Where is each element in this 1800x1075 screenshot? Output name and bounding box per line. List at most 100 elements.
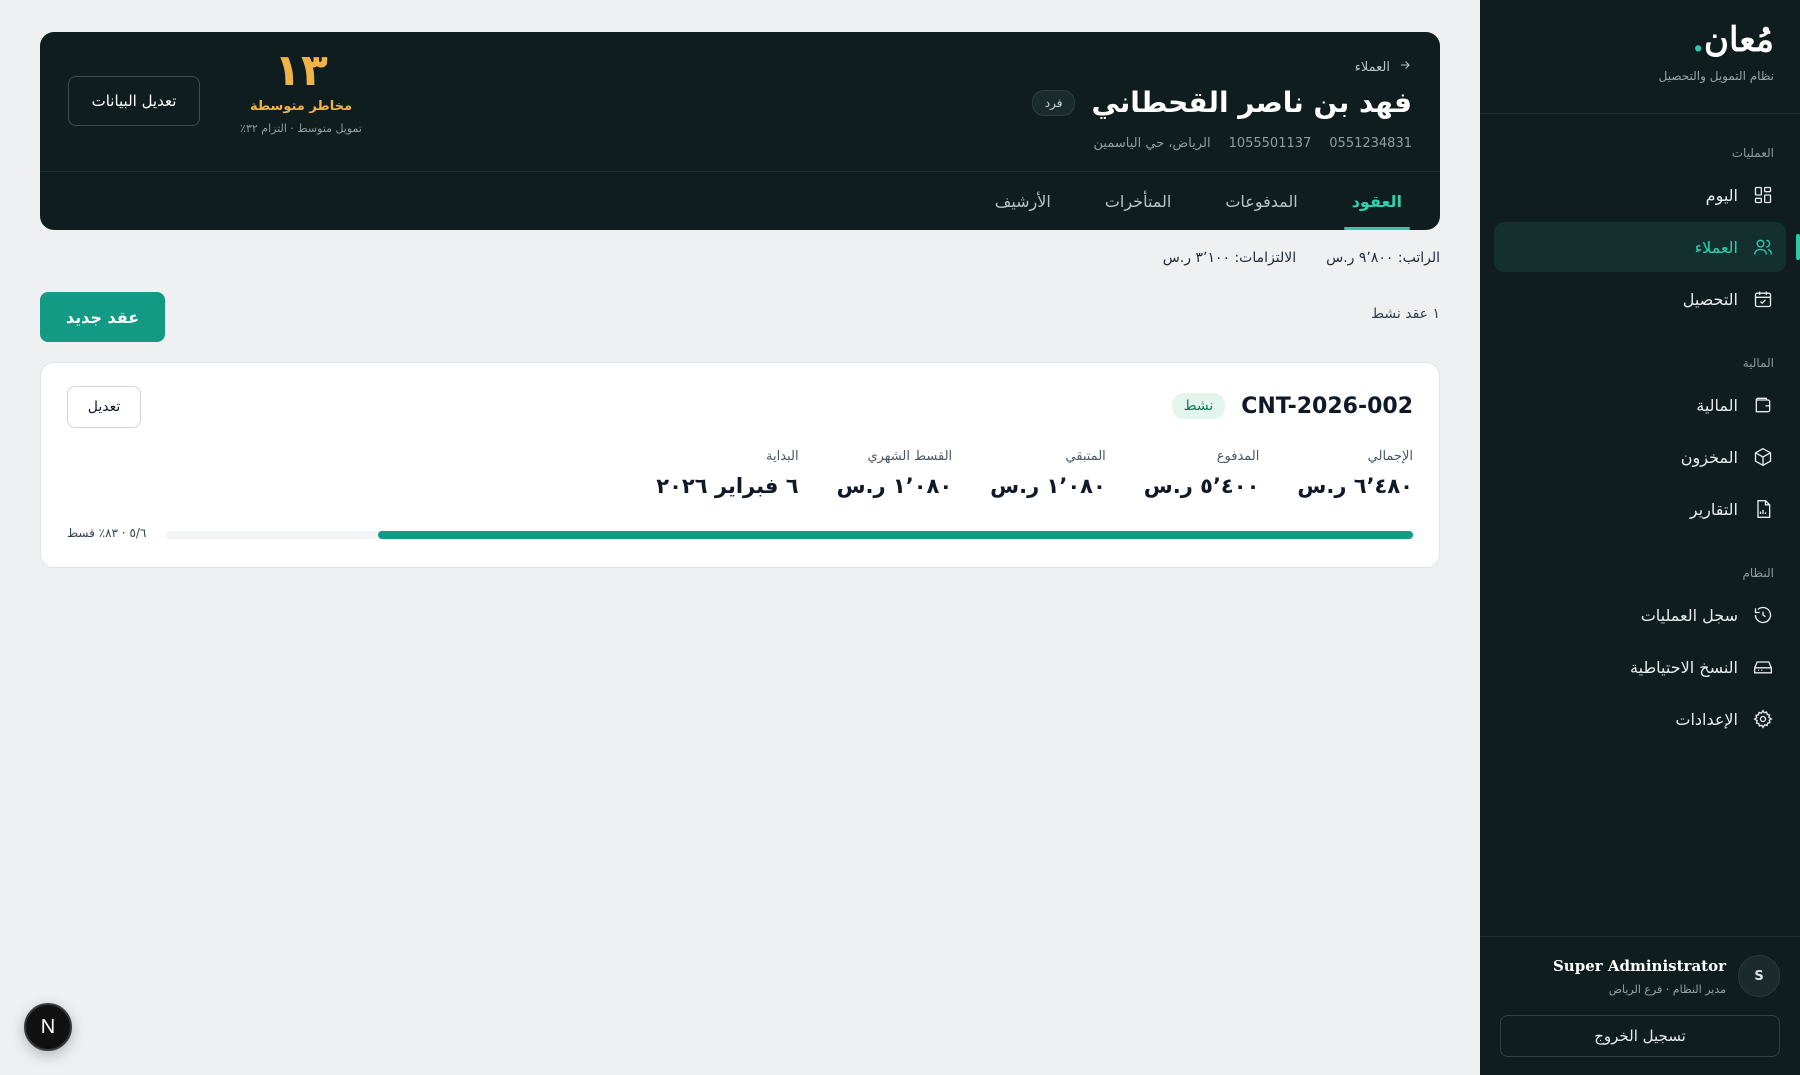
new-contract-button[interactable]: عقد جديد [40, 292, 165, 342]
gear-icon [1752, 708, 1774, 730]
sidebar-item-inventory[interactable]: المخزون [1494, 432, 1786, 482]
box-icon [1752, 446, 1774, 468]
obligations-value: ٣٬١٠٠ ر.س [1162, 250, 1231, 266]
stat-label: القسط الشهري [867, 449, 953, 464]
client-address: الرياض، حي الياسمين [1093, 136, 1211, 151]
finance-summary: الراتب: ٩٬٨٠٠ ر.س الالتزامات: ٣٬١٠٠ ر.س [1163, 250, 1440, 266]
page-title: فهد بن ناصر القحطاني [1091, 86, 1412, 119]
avatar: S [1738, 955, 1780, 997]
risk-score: ١٣ [274, 45, 328, 96]
tab-arrears[interactable]: المتأخرات [1103, 172, 1174, 230]
sidebar-item-label: المالية [1696, 395, 1738, 415]
breadcrumb[interactable]: العملاء [1355, 58, 1412, 76]
stat-value: ٥٬٤٠٠ ر.س [1143, 474, 1260, 498]
report-icon [1752, 498, 1774, 520]
nav-group-finance: المالية [1742, 356, 1774, 370]
risk-label: مخاطر متوسطة [250, 98, 352, 114]
client-header: العملاء فهد بن ناصر القحطاني فرد 0551234… [40, 32, 1440, 230]
sidebar-item-label: العملاء [1694, 237, 1738, 257]
contract-id: CNT-2026-002 [1241, 393, 1413, 419]
dev-tools-badge[interactable]: N [24, 1003, 72, 1051]
calendar-check-icon [1752, 288, 1774, 310]
brand: مُعان. نظام التمويل والتحصيل [1480, 0, 1800, 114]
user-profile[interactable]: S Super Administrator مدير النظام · فرع … [1500, 955, 1780, 997]
client-type-badge: فرد [1031, 89, 1076, 116]
sidebar-item-label: التقارير [1689, 499, 1738, 519]
client-meta: 0551234831 1055501137 الرياض، حي الياسمي… [1094, 136, 1413, 151]
sidebar-item-finance[interactable]: المالية [1494, 380, 1786, 430]
contracts-toolbar: ١ عقد نشط عقد جديد [40, 292, 1440, 342]
tab-contracts[interactable]: العقود [1343, 172, 1411, 230]
wallet-icon [1752, 394, 1774, 416]
sidebar-item-backups[interactable]: النسخ الاحتياطية [1494, 642, 1786, 692]
stat-value: ٦٬٤٨٠ ر.س [1297, 474, 1413, 498]
sidebar-item-clients[interactable]: العملاء [1494, 222, 1800, 272]
history-icon [1752, 604, 1774, 626]
salary-value: ٩٬٨٠٠ ر.س [1326, 250, 1394, 266]
installment-progress-fill [378, 531, 1413, 539]
sidebar-item-label: اليوم [1705, 185, 1738, 205]
nav-group-system: النظام [1742, 566, 1774, 580]
stat-label: المتبقي [1065, 449, 1106, 464]
obligations-info: الالتزامات: ٣٬١٠٠ ر.س [1163, 250, 1296, 266]
brand-tagline: نظام التمويل والتحصيل [1658, 69, 1774, 84]
nav-group-operations: العمليات [1731, 146, 1774, 160]
sidebar-item-collection[interactable]: التحصيل [1494, 274, 1786, 324]
sidebar-item-label: الإعدادات [1675, 709, 1738, 729]
stat-label: المدفوع [1216, 449, 1260, 464]
sidebar-item-label: النسخ الاحتياطية [1630, 657, 1738, 677]
sidebar-footer: S Super Administrator مدير النظام · فرع … [1480, 936, 1800, 1075]
tab-payments[interactable]: المدفوعات [1223, 172, 1299, 230]
stat-value: ٦ فبراير ٢٠٢٦ [656, 474, 799, 498]
users-icon [1752, 236, 1774, 258]
sidebar-item-today[interactable]: اليوم [1494, 170, 1786, 220]
stat-remaining: المتبقي ١٬٠٨٠ ر.س [990, 449, 1106, 498]
user-role: مدير النظام · فرع الرياض [1608, 982, 1726, 996]
main-content: العملاء فهد بن ناصر القحطاني فرد 0551234… [0, 0, 1480, 1075]
tab-archive[interactable]: الأرشيف [993, 172, 1053, 230]
sidebar-item-reports[interactable]: التقارير [1494, 484, 1786, 534]
stat-label: البداية [766, 449, 799, 464]
stat-paid: المدفوع ٥٬٤٠٠ ر.س [1144, 449, 1260, 498]
client-national-id: 1055501137 [1228, 136, 1312, 151]
sidebar-item-audit-log[interactable]: سجل العمليات [1494, 590, 1786, 640]
stat-total: الإجمالي ٦٬٤٨٠ ر.س [1297, 449, 1413, 498]
active-contracts-count: ١ عقد نشط [1371, 306, 1440, 322]
sidebar-item-label: سجل العمليات [1640, 605, 1738, 625]
stat-label: الإجمالي [1367, 449, 1413, 464]
dashboard-icon [1752, 184, 1774, 206]
sidebar-item-settings[interactable]: الإعدادات [1494, 694, 1786, 744]
stat-value: ١٬٠٨٠ ر.س [990, 474, 1106, 498]
installment-progress-text: ٥/٦ · ٨٣٪ قسط [67, 526, 147, 540]
edit-contract-button[interactable]: تعديل [67, 386, 141, 428]
contract-header: CNT-2026-002 نشط [1171, 393, 1413, 419]
brand-name: مُعان [1704, 20, 1774, 60]
salary-info: الراتب: ٩٬٨٠٠ ر.س [1326, 250, 1440, 266]
logout-button[interactable]: تسجيل الخروج [1500, 1015, 1780, 1057]
stat-start-date: البداية ٦ فبراير ٢٠٢٦ [656, 449, 798, 498]
breadcrumb-clients: العملاء [1354, 59, 1390, 75]
sidebar-item-label: التحصيل [1682, 289, 1738, 309]
client-name-row: فهد بن ناصر القحطاني فرد [1031, 86, 1412, 119]
user-name: Super Administrator [1552, 956, 1726, 975]
client-phone: 0551234831 [1329, 136, 1412, 151]
installment-progress-bar [166, 531, 1413, 539]
client-header-top: العملاء فهد بن ناصر القحطاني فرد 0551234… [40, 32, 1440, 172]
salary-label: الراتب: [1397, 250, 1440, 266]
risk-score-block: ١٣ مخاطر متوسطة تمويل متوسط · التزام ٣٢٪ [226, 45, 376, 135]
status-badge: نشط [1171, 393, 1226, 419]
obligations-label: الالتزامات: [1234, 250, 1297, 266]
sidebar: مُعان. نظام التمويل والتحصيل العمليات ال… [1480, 0, 1800, 1075]
risk-detail: تمويل متوسط · التزام ٣٢٪ [240, 121, 362, 135]
client-tabs: العقود المدفوعات المتأخرات الأرشيف [993, 172, 1411, 230]
stat-monthly-installment: القسط الشهري ١٬٠٨٠ ر.س [837, 449, 953, 498]
drive-icon [1752, 656, 1774, 678]
edit-client-button[interactable]: تعديل البيانات [68, 76, 200, 126]
contract-card[interactable]: CNT-2026-002 نشط تعديل الإجمالي ٦٬٤٨٠ ر.… [40, 362, 1440, 568]
sidebar-item-label: المخزون [1680, 447, 1738, 467]
arrow-right-icon [1398, 58, 1412, 76]
contract-stats: الإجمالي ٦٬٤٨٠ ر.س المدفوع ٥٬٤٠٠ ر.س الم… [656, 449, 1413, 498]
stat-value: ١٬٠٨٠ ر.س [836, 474, 953, 498]
brand-dot: . [1692, 20, 1705, 60]
brand-logo[interactable]: مُعان. [1506, 20, 1774, 60]
